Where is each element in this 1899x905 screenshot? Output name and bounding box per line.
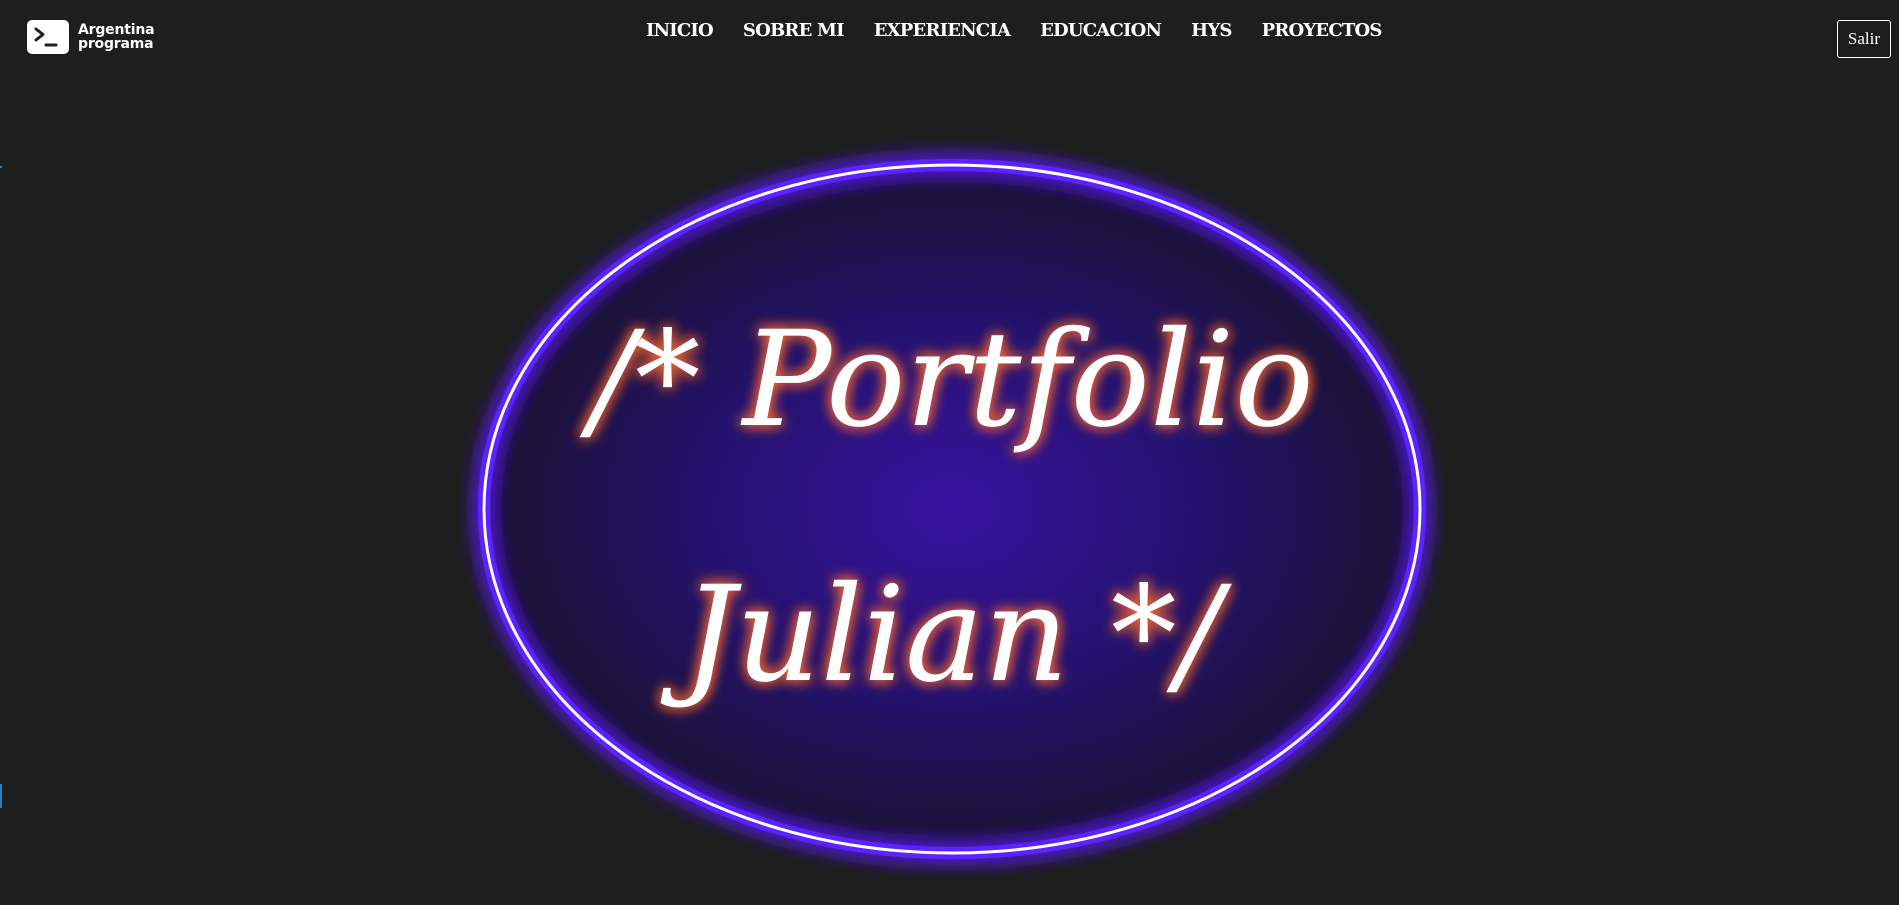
nav-link-educacion[interactable]: EDUCACION: [1040, 20, 1162, 41]
brand-name: Argentina programa: [78, 22, 155, 52]
logout-button[interactable]: Salir: [1836, 20, 1891, 58]
hero-title-line-1: /* Portfolio: [579, 303, 1314, 457]
nav-item-educacion: EDUCACION: [1040, 19, 1162, 43]
nav-item-experiencia: EXPERIENCIA: [874, 19, 1011, 43]
nav-link-hys[interactable]: HYS: [1191, 20, 1232, 41]
top-navbar: Argentina programa INICIO SOBRE MI EXPER…: [0, 0, 1899, 80]
nav-item-inicio: INICIO: [646, 19, 714, 43]
brand-logo[interactable]: Argentina programa: [27, 20, 155, 54]
edge-marker: [0, 784, 2, 808]
edge-marker: [0, 166, 2, 168]
terminal-prompt-icon: [27, 20, 69, 54]
nav-item-proyectos: PROYECTOS: [1262, 19, 1383, 43]
nav-link-sobre-mi[interactable]: SOBRE MI: [743, 20, 845, 41]
brand-line-1: Argentina: [78, 22, 155, 38]
brand-line-2: programa: [78, 36, 154, 52]
nav-item-sobre-mi: SOBRE MI: [743, 19, 845, 43]
neon-sign: /* Portfolio Julian */: [478, 159, 1426, 859]
nav-link-inicio[interactable]: INICIO: [646, 20, 714, 41]
nav-link-experiencia[interactable]: EXPERIENCIA: [874, 20, 1011, 41]
nav-link-proyectos[interactable]: PROYECTOS: [1262, 20, 1383, 41]
nav-menu: INICIO SOBRE MI EXPERIENCIA EDUCACION HY…: [646, 19, 1382, 43]
hero-title-line-2: Julian */: [660, 558, 1233, 712]
nav-item-hys: HYS: [1191, 19, 1232, 43]
hero-banner: /* Portfolio Julian */: [0, 80, 1899, 905]
